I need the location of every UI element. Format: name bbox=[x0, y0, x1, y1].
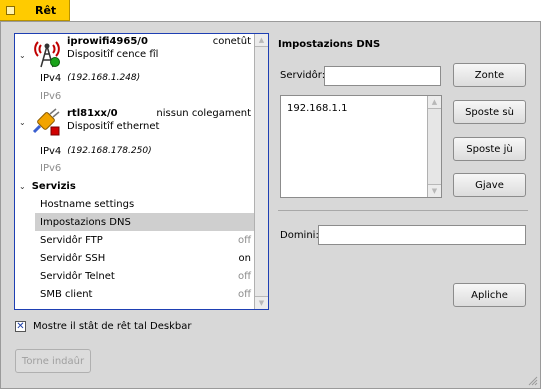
service-item-smb[interactable]: SMB client off bbox=[15, 285, 254, 303]
resize-grip-icon[interactable] bbox=[526, 374, 538, 386]
ipv4-label: IPv4 bbox=[40, 72, 62, 84]
device-type: Dispositîf cence fîl bbox=[67, 49, 159, 60]
revert-button[interactable]: Torne indaûr bbox=[15, 349, 91, 373]
service-item-telnet[interactable]: Servidôr Telnet off bbox=[15, 267, 254, 285]
domain-input[interactable] bbox=[318, 225, 526, 245]
ipv4-address: (192.168.1.248) bbox=[67, 73, 141, 83]
service-label: Impostazions DNS bbox=[40, 216, 131, 228]
service-item-ftp[interactable]: Servidôr FTP off bbox=[15, 231, 254, 249]
services-header-label: Servizis bbox=[31, 180, 76, 192]
domain-label: Domini: bbox=[280, 230, 319, 241]
device-item-ethernet[interactable]: ⌄ rtl81xx/0 nissun colegament Dispositîf… bbox=[15, 106, 254, 142]
ipv4-address: (192.168.178.250) bbox=[67, 146, 152, 156]
dns-server-item[interactable]: 192.168.1.1 bbox=[287, 103, 347, 114]
deskbar-checkbox[interactable]: ✕ bbox=[15, 321, 26, 332]
service-item-dns[interactable]: Impostazions DNS bbox=[35, 213, 254, 231]
server-input[interactable] bbox=[324, 66, 441, 86]
ipv6-label: IPv6 bbox=[40, 162, 62, 174]
service-label: Hostname settings bbox=[40, 198, 135, 210]
service-label: Servidôr Telnet bbox=[40, 270, 115, 282]
ipv4-row[interactable]: IPv4 (192.168.1.248) bbox=[15, 69, 254, 87]
service-state: on bbox=[238, 252, 251, 264]
device-status: conetût bbox=[212, 36, 251, 47]
network-window: ⌄ iprowifi4965/0 conetût Dispositîf cenc… bbox=[0, 21, 541, 389]
service-label: SMB client bbox=[40, 288, 93, 300]
scroll-down-arrow-icon[interactable]: ▼ bbox=[428, 184, 441, 197]
checkmark-icon: ✕ bbox=[16, 321, 25, 332]
chevron-down-icon[interactable]: ⌄ bbox=[19, 118, 26, 127]
service-label: Servidôr SSH bbox=[40, 252, 106, 264]
device-status: nissun colegament bbox=[156, 108, 251, 119]
move-down-button[interactable]: Sposte jù bbox=[453, 137, 526, 161]
window-title: Rêt bbox=[35, 3, 57, 17]
ipv6-label: IPv6 bbox=[40, 90, 62, 102]
ipv6-row[interactable]: IPv6 bbox=[15, 87, 254, 105]
ethernet-plug-icon bbox=[32, 108, 60, 136]
add-button[interactable]: Zonte bbox=[453, 63, 526, 87]
device-type: Dispositîf ethernet bbox=[67, 121, 160, 132]
server-label: Servidôr: bbox=[280, 70, 326, 81]
wifi-antenna-icon bbox=[34, 41, 60, 68]
service-item-hostname[interactable]: Hostname settings bbox=[15, 195, 254, 213]
service-state: off bbox=[237, 270, 251, 282]
apply-button[interactable]: Apliche bbox=[453, 283, 526, 307]
scroll-up-arrow-icon[interactable]: ▲ bbox=[428, 96, 441, 109]
service-item-ssh[interactable]: Servidôr SSH on bbox=[15, 249, 254, 267]
device-name: rtl81xx/0 bbox=[67, 108, 118, 119]
ipv4-label: IPv4 bbox=[40, 145, 62, 157]
deskbar-checkbox-label[interactable]: Mostre il stât de rêt tal Deskbar bbox=[33, 321, 191, 332]
window-tab[interactable]: Rêt bbox=[0, 0, 70, 21]
list-scrollbar[interactable]: ▲ ▼ bbox=[254, 34, 268, 309]
network-list[interactable]: ⌄ iprowifi4965/0 conetût Dispositîf cenc… bbox=[14, 33, 269, 310]
move-up-button[interactable]: Sposte sù bbox=[453, 100, 526, 124]
chevron-down-icon[interactable]: ⌄ bbox=[19, 182, 26, 191]
service-state: off bbox=[237, 234, 251, 246]
ipv4-row[interactable]: IPv4 (192.168.178.250) bbox=[15, 142, 254, 160]
chevron-down-icon[interactable]: ⌄ bbox=[19, 51, 26, 60]
remove-button[interactable]: Gjave bbox=[453, 173, 526, 197]
dns-title: Impostazions DNS bbox=[278, 39, 381, 50]
scroll-down-arrow-icon[interactable]: ▼ bbox=[255, 296, 268, 309]
close-button[interactable] bbox=[6, 5, 15, 15]
services-header[interactable]: ⌄ Servizis bbox=[15, 177, 254, 195]
service-label: Servidôr FTP bbox=[40, 234, 103, 246]
dns-server-list[interactable]: ▲ ▼ 192.168.1.1 bbox=[280, 95, 442, 198]
scroll-up-arrow-icon[interactable]: ▲ bbox=[255, 34, 268, 47]
service-state: off bbox=[237, 288, 251, 300]
device-name: iprowifi4965/0 bbox=[67, 36, 148, 47]
ipv6-row[interactable]: IPv6 bbox=[15, 159, 254, 177]
divider bbox=[278, 210, 528, 211]
dns-list-scrollbar[interactable]: ▲ ▼ bbox=[427, 96, 441, 197]
